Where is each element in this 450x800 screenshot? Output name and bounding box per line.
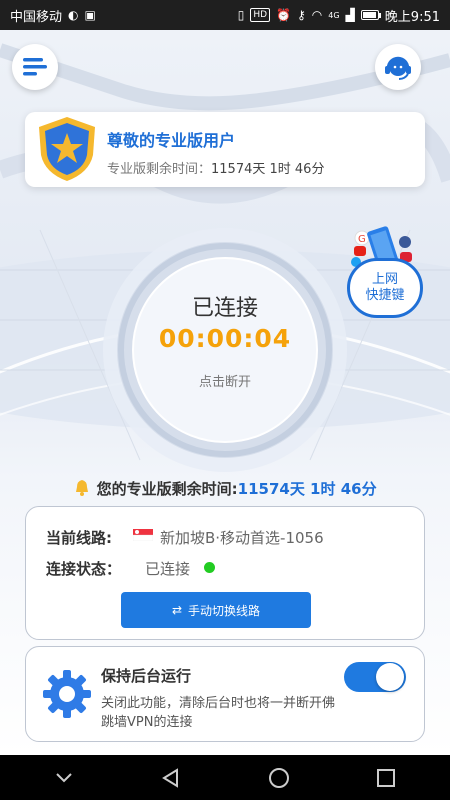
remaining-time-banner: 您的专业版剩余时间:11574天 1时 46分 xyxy=(0,478,450,499)
clipped-footer-text xyxy=(60,745,390,755)
battery-icon xyxy=(360,10,381,20)
connection-status-label: 连接状态： xyxy=(46,560,122,578)
connection-timer: 00:00:04 xyxy=(158,324,292,353)
home-circle-icon xyxy=(268,767,289,788)
keep-background-description: 关闭此功能，清除后台时也将一并断开佛跳墙VPN的连接 xyxy=(101,696,336,730)
gear-icon xyxy=(43,670,91,718)
remaining-banner-value: 11574天 1时 46分 xyxy=(237,480,377,498)
system-nav-bar xyxy=(0,755,450,800)
hd-badge: HD xyxy=(250,8,271,22)
carrier-label: 中国移动 xyxy=(10,9,63,25)
status-bar: 中国移动 ◐ ▣ ▯ HD ⏰ ⚷ ◠ 4G ▟ 晚上9:51 xyxy=(0,0,450,30)
pro-card-title: 尊敬的专业版用户 xyxy=(107,131,236,150)
pro-remaining-label: 专业版剩余时间： xyxy=(107,162,212,177)
signal-icon: ▟ xyxy=(345,8,355,22)
pro-remaining-time: 专业版剩余时间：11574天 1时 46分 xyxy=(107,158,324,177)
shortcut-label-line1: 上网 xyxy=(371,272,398,287)
swap-icon: ⇄ xyxy=(171,603,183,617)
support-button[interactable] xyxy=(375,44,421,90)
toggle-knob xyxy=(376,663,404,691)
pro-user-card: 尊敬的专业版用户 专业版剩余时间：11574天 1时 46分 xyxy=(25,112,425,187)
shield-star-icon xyxy=(39,117,95,181)
remaining-banner-label: 您的专业版剩余时间: xyxy=(96,480,238,498)
keep-background-toggle[interactable] xyxy=(344,662,406,692)
recents-square-icon xyxy=(377,768,396,787)
singapore-flag-icon xyxy=(133,529,153,541)
key-icon: ⚷ xyxy=(296,8,306,22)
shortcut-button[interactable]: 上网 快捷键 xyxy=(347,258,423,318)
current-line-label: 当前线路: xyxy=(46,529,112,547)
nav-collapse-button[interactable] xyxy=(44,758,84,798)
network-type: 4G xyxy=(328,10,340,20)
keep-background-title: 保持后台运行 xyxy=(101,667,192,685)
svg-text:G: G xyxy=(358,234,366,245)
chevron-down-icon xyxy=(56,772,72,782)
current-line-value: 新加坡B·移动首选-1056 xyxy=(160,529,324,547)
menu-button[interactable] xyxy=(12,44,58,90)
wifi-icon: ◠ xyxy=(311,8,323,22)
alarm-icon: ⏰ xyxy=(276,8,291,22)
keep-background-card: 保持后台运行 关闭此功能，清除后台时也将一并断开佛跳墙VPN的连接 xyxy=(25,646,425,742)
connection-status: 已连接 xyxy=(191,296,258,321)
menu-icon xyxy=(23,58,47,76)
switch-line-label: 手动切换线路 xyxy=(188,603,261,618)
headset-icon xyxy=(385,56,411,80)
nav-back-button[interactable] xyxy=(151,758,191,798)
nav-home-button[interactable] xyxy=(259,758,299,798)
notification-icon: ◐ xyxy=(68,8,79,22)
vibrate-icon: ▯ xyxy=(237,8,245,22)
app-notification-icon: ▣ xyxy=(84,8,96,22)
back-triangle-icon xyxy=(162,767,179,788)
status-indicator-dot xyxy=(204,562,215,573)
nav-recents-button[interactable] xyxy=(366,758,406,798)
connection-status-value: 已连接 xyxy=(145,560,191,578)
pro-remaining-value: 11574天 1时 46分 xyxy=(211,162,325,177)
disconnect-hint[interactable]: 点击断开 xyxy=(100,371,350,390)
shortcut-label-line2: 快捷键 xyxy=(365,288,405,303)
switch-line-button[interactable]: ⇄ 手动切换线路 xyxy=(121,592,311,628)
route-card: 当前线路: 新加坡B·移动首选-1056 连接状态： 已连接 ⇄ 手动切换线路 xyxy=(25,506,425,640)
clock: 晚上9:51 xyxy=(384,9,440,25)
bell-icon xyxy=(76,480,89,496)
